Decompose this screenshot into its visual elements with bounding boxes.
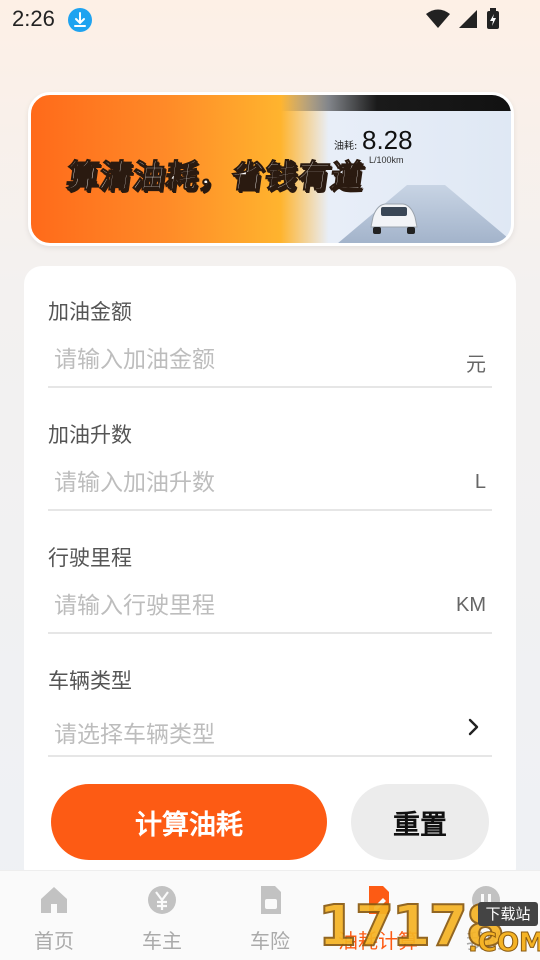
status-bar: 2:26	[0, 0, 540, 38]
watermark-suffix: .COM	[468, 928, 540, 959]
fuel-liters-input[interactable]	[54, 455, 434, 511]
nav-label-insurance: 车险	[250, 929, 290, 953]
banner-slogan: 算清油耗，省钱有道	[64, 157, 367, 196]
vehicle-type-select[interactable]: 请选择车辆类型	[48, 701, 492, 757]
nav-item-insurance[interactable]: 车险	[230, 883, 310, 955]
insurance-doc-icon	[261, 886, 281, 914]
fuel-amount-row: 元	[48, 332, 492, 388]
fuel-liters-field: 加油升数 L	[48, 415, 492, 511]
fuel-liters-unit: L	[474, 471, 486, 493]
fuel-amount-field: 加油金额 元	[48, 292, 492, 388]
fuel-amount-input[interactable]	[54, 332, 434, 388]
watermark-badge: 下载站	[478, 902, 538, 926]
battery-icon	[487, 8, 499, 29]
fuel-liters-row: L	[48, 455, 492, 511]
nav-label-home: 首页	[34, 929, 74, 953]
mileage-unit: KM	[456, 594, 486, 616]
fuel-liters-label: 加油升数	[48, 423, 132, 447]
vehicle-type-label: 车辆类型	[48, 669, 132, 693]
status-time: 2:26	[12, 6, 55, 31]
fuel-amount-unit: 元	[466, 354, 486, 376]
banner-fuel-value: 8.28	[362, 125, 413, 155]
banner-top-band	[281, 95, 511, 111]
fuel-amount-label: 加油金额	[48, 300, 132, 324]
status-icons	[426, 8, 500, 30]
vehicle-type-placeholder: 请选择车辆类型	[54, 722, 215, 748]
nav-item-owner[interactable]: 车主	[122, 883, 202, 955]
mileage-label: 行驶里程	[48, 546, 132, 570]
vehicle-type-field: 车辆类型 请选择车辆类型	[48, 661, 492, 757]
mileage-input[interactable]	[54, 578, 434, 634]
promo-banner[interactable]: 算清油耗，省钱有道 油耗: 8.28 L/100km	[28, 92, 514, 246]
download-icon	[68, 8, 92, 32]
site-watermark: 17178 下载站 .COM	[317, 890, 540, 960]
banner-fuel-unit: L/100km	[369, 155, 404, 165]
reset-button[interactable]: 重置	[351, 784, 489, 860]
nav-item-home[interactable]: 首页	[14, 883, 94, 955]
chevron-right-icon	[468, 718, 479, 736]
yuan-coin-icon	[148, 886, 176, 914]
wifi-icon	[426, 9, 450, 28]
home-icon	[41, 887, 67, 913]
banner-fuel-label: 油耗:	[334, 141, 358, 152]
signal-icon	[459, 10, 477, 28]
fuel-calculator-form: 加油金额 元 加油升数 L 行驶里程 KM 车辆类型 请选择车辆类型 计算油耗 …	[24, 266, 516, 886]
mileage-row: KM	[48, 578, 492, 634]
nav-label-owner: 车主	[142, 929, 182, 953]
mileage-field: 行驶里程 KM	[48, 538, 492, 634]
calculate-button[interactable]: 计算油耗	[51, 784, 327, 860]
car-image	[370, 203, 418, 234]
